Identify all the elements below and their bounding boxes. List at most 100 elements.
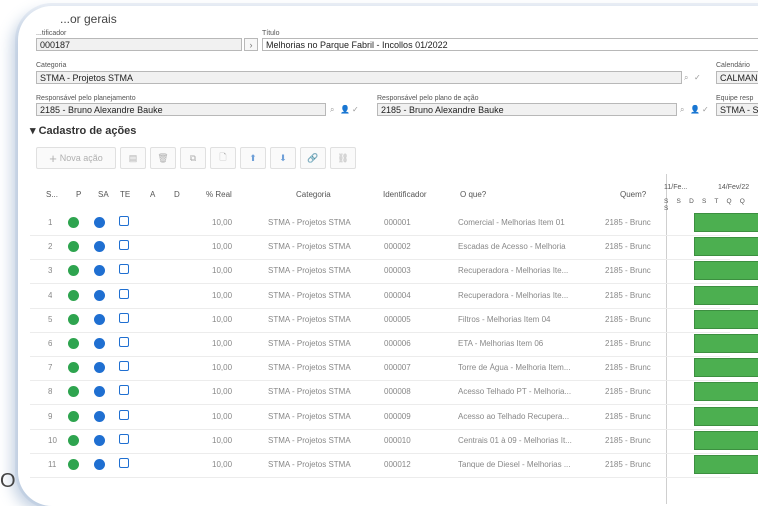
- delete-button[interactable]: 🗑: [150, 147, 176, 169]
- play-circle-icon[interactable]: [94, 362, 105, 374]
- col-a[interactable]: A: [150, 190, 155, 199]
- table-row[interactable]: 9 10,00 STMA - Projetos STMA 000009 Acesso a…: [30, 405, 730, 430]
- play-circle-icon[interactable]: [94, 265, 105, 277]
- oque-value: Recuperadora - Melhorias Ite...: [458, 290, 569, 300]
- gantt-bar[interactable]: [694, 261, 758, 281]
- status-circle-icon[interactable]: [68, 459, 79, 470]
- table-row[interactable]: 4 10,00 STMA - Projetos STMA 000004 Recupera…: [30, 284, 730, 309]
- target-icon[interactable]: [119, 361, 129, 372]
- play-circle-icon[interactable]: [94, 313, 105, 325]
- target-icon[interactable]: [119, 337, 129, 347]
- gantt-bar[interactable]: [694, 309, 758, 329]
- col-te[interactable]: TE: [120, 190, 130, 199]
- search-icon[interactable]: ⌕: [684, 73, 688, 83]
- search-icon[interactable]: ⌕: [680, 105, 684, 115]
- chevron-right-icon[interactable]: ›: [244, 38, 258, 51]
- categoria-field[interactable]: STMA - Projetos STMA: [36, 71, 682, 84]
- col-oque[interactable]: O que?: [460, 190, 486, 199]
- document-button[interactable]: 🗋: [210, 147, 236, 169]
- user-icon[interactable]: 👤: [340, 105, 350, 114]
- titulo-field[interactable]: Melhorias no Parque Fabril - Incollos 01…: [262, 38, 758, 51]
- target-icon[interactable]: [119, 264, 129, 275]
- link-button[interactable]: 🔗: [300, 147, 326, 169]
- nova-acao-button[interactable]: + Nova ação: [36, 147, 116, 169]
- search-icon[interactable]: ⌕: [330, 105, 334, 115]
- table-row[interactable]: 8 10,00 STMA - Projetos STMA 000008 Acesso T…: [30, 380, 730, 406]
- target-icon[interactable]: [119, 385, 129, 396]
- status-circle-icon[interactable]: [68, 289, 79, 301]
- status-circle-icon[interactable]: [68, 241, 79, 253]
- target-icon[interactable]: [119, 458, 129, 468]
- col-categoria[interactable]: Categoria: [296, 190, 331, 199]
- table-row[interactable]: 2 10,00 STMA - Projetos STMA 000002 Escadas …: [30, 235, 730, 261]
- target-icon[interactable]: [119, 409, 129, 420]
- status-circle-icon[interactable]: [68, 386, 79, 398]
- document-icon: 🗋: [219, 152, 227, 162]
- gantt-bar[interactable]: [694, 237, 758, 257]
- play-circle-icon[interactable]: [94, 459, 105, 470]
- col-identificador[interactable]: Identificador: [383, 190, 427, 199]
- oque-value: Acesso Telhado PT - Melhoria...: [458, 387, 572, 397]
- table-row[interactable]: 11 10,00 STMA - Projetos STMA 000012 Tanque …: [30, 453, 730, 478]
- copy-button[interactable]: ⧉: [180, 147, 206, 169]
- table-row[interactable]: 7 10,00 STMA - Projetos STMA 000007 Torre de…: [30, 356, 730, 382]
- check-icon[interactable]: ✓: [694, 73, 701, 82]
- user-icon[interactable]: 👤: [690, 105, 700, 114]
- table-row[interactable]: 3 10,00 STMA - Projetos STMA 000003 Recupera…: [30, 259, 730, 285]
- target-icon[interactable]: [119, 288, 129, 299]
- gantt-bar[interactable]: [694, 430, 758, 450]
- gantt-bar[interactable]: [694, 406, 758, 426]
- status-circle-icon[interactable]: [68, 265, 79, 277]
- table-row[interactable]: 10 10,00 STMA - Projetos STMA 000010 Centrai…: [30, 429, 730, 454]
- check-icon[interactable]: ✓: [702, 105, 709, 114]
- table-row[interactable]: 6 10,00 STMA - Projetos STMA 000006 ETA - Me…: [30, 332, 730, 357]
- move-up-button[interactable]: ⬆: [240, 147, 266, 169]
- col-quem[interactable]: Quem?: [620, 190, 646, 199]
- gantt-bar[interactable]: [694, 358, 758, 378]
- calendario-field[interactable]: CALMAN: [716, 71, 758, 84]
- target-icon[interactable]: [119, 216, 129, 226]
- play-circle-icon[interactable]: [94, 217, 105, 228]
- equipe-field[interactable]: STMA - S: [716, 103, 758, 116]
- oque-value: Acesso ao Telhado Recupera...: [458, 411, 570, 421]
- col-p[interactable]: P: [76, 190, 81, 199]
- col-real[interactable]: % Real: [206, 190, 232, 199]
- identificador-field[interactable]: 000187: [36, 38, 242, 51]
- gantt-bar[interactable]: [694, 285, 758, 305]
- status-circle-icon[interactable]: [68, 362, 79, 374]
- gantt-bar[interactable]: [694, 455, 758, 474]
- resp-planejamento-field[interactable]: 2185 - Bruno Alexandre Bauke: [36, 103, 326, 116]
- table-row[interactable]: 5 10,00 STMA - Projetos STMA 000005 Filtros …: [30, 308, 730, 333]
- oque-value: Recuperadora - Melhorias Ite...: [458, 266, 569, 276]
- play-circle-icon[interactable]: [94, 386, 105, 398]
- status-circle-icon[interactable]: [68, 434, 79, 446]
- col-s[interactable]: S...: [46, 190, 58, 199]
- move-down-button[interactable]: ⬇: [270, 147, 296, 169]
- target-icon[interactable]: [119, 312, 129, 323]
- check-icon[interactable]: ✓: [352, 105, 359, 114]
- target-icon[interactable]: [119, 433, 129, 444]
- table-row[interactable]: 1 10,00 STMA - Projetos STMA 000001 Comercia…: [30, 211, 730, 236]
- status-circle-icon[interactable]: [68, 338, 79, 349]
- resp-plano-field[interactable]: 2185 - Bruno Alexandre Bauke: [377, 103, 677, 116]
- play-circle-icon[interactable]: [94, 289, 105, 301]
- play-circle-icon[interactable]: [94, 338, 105, 349]
- row-number: 1: [48, 218, 53, 227]
- target-icon[interactable]: [119, 240, 129, 251]
- col-sa[interactable]: SA: [98, 190, 109, 199]
- play-circle-icon[interactable]: [94, 241, 105, 253]
- status-circle-icon[interactable]: [68, 410, 79, 422]
- unlink-button[interactable]: ⛓: [330, 147, 356, 169]
- gantt-bar[interactable]: [694, 382, 758, 402]
- gantt-bar[interactable]: [694, 213, 758, 232]
- cadastro-header[interactable]: ▾ Cadastro de ações: [30, 124, 136, 137]
- col-d[interactable]: D: [174, 190, 180, 199]
- play-circle-icon[interactable]: [94, 410, 105, 422]
- row-number: 5: [48, 314, 53, 324]
- edit-button[interactable]: ▤: [120, 147, 146, 169]
- play-circle-icon[interactable]: [94, 434, 105, 446]
- gantt-bar[interactable]: [694, 334, 758, 353]
- status-circle-icon[interactable]: [68, 217, 79, 228]
- quem-value: 2185 - Brunc: [605, 460, 651, 469]
- status-circle-icon[interactable]: [68, 313, 79, 325]
